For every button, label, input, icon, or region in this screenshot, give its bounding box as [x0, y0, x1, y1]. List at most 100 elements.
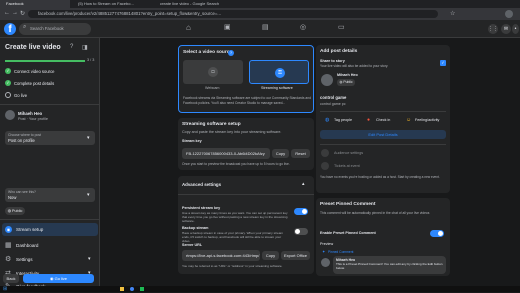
facebook-top-nav: f ⌕ Search Facebook ⌂ ▣ ▤ ◎ ▭ ⋮⋮ ✉ •: [0, 20, 520, 38]
check-in-button[interactable]: ● Check in: [362, 116, 402, 125]
sidebar-item-stream-setup[interactable]: ◉ Stream setup: [2, 223, 98, 236]
marketplace-icon[interactable]: ▤: [262, 23, 269, 31]
backup-stream-text: Have a backup stream in case of your pri…: [182, 231, 284, 243]
back-arrow-icon[interactable]: ←: [4, 10, 10, 16]
check-in-label: Check in: [376, 118, 391, 122]
search-input[interactable]: Search Facebook: [30, 26, 64, 31]
help-icon[interactable]: ?: [70, 44, 73, 50]
avatar: [321, 258, 330, 267]
copy-server-url-button[interactable]: Copy: [262, 251, 279, 260]
server-url-label: Server URL: [182, 243, 203, 247]
advanced-settings-label[interactable]: Advanced settings: [182, 182, 221, 187]
copy-stream-key-button[interactable]: Copy: [272, 149, 289, 158]
sidebar-item-dashboard[interactable]: ▦ Dashboard: [2, 239, 98, 252]
collapse-sidebar-icon[interactable]: ◨: [82, 44, 88, 51]
live-icon: ◉: [49, 276, 54, 281]
stream-setup-subtitle: Copy and paste the stream key into your …: [182, 130, 282, 134]
server-url-field[interactable]: rtmps://live-api-s.facebook.com:443/rtmp…: [182, 250, 260, 261]
file-explorer-icon[interactable]: [120, 287, 124, 291]
back-button[interactable]: Back: [3, 274, 19, 283]
sidebar-item-settings[interactable]: ⚙ Settings ▾: [2, 253, 98, 266]
chrome-icon[interactable]: [130, 287, 134, 291]
empty-circle-icon: [5, 92, 11, 98]
reset-stream-key-button[interactable]: Reset: [291, 149, 310, 158]
divider: [0, 104, 100, 105]
comment-text: This is a Preset Pinned Comment! You can…: [336, 262, 443, 270]
pinned-comment-toggle[interactable]: [430, 230, 444, 237]
stream-key-note: Once you start to preview the broadcast …: [182, 162, 290, 166]
audience-settings-label[interactable]: Audience settings: [334, 151, 363, 155]
audience-label: Public: [343, 80, 353, 84]
pin-icon: ✦: [322, 249, 326, 254]
chevron-down-icon: ▾: [87, 192, 90, 198]
pinned-toggle-label: Enable Preset Pinned Comment: [320, 231, 376, 235]
url-field[interactable]: facebook.com/live/producer/v2/4885127747…: [28, 10, 438, 18]
groups-icon[interactable]: ◎: [300, 23, 306, 31]
webcam-option[interactable]: ◘: [183, 60, 243, 84]
browser-profile-avatar[interactable]: [505, 10, 513, 18]
export-office-button[interactable]: Export Office: [281, 251, 310, 260]
toggle-knob: [438, 231, 443, 236]
step-label: Go live: [14, 93, 28, 98]
persistent-key-label: Persistent stream key: [182, 206, 221, 210]
persistent-key-toggle[interactable]: [294, 208, 308, 215]
progress-fill: [5, 60, 85, 62]
post-destination-select[interactable]: Choose where to post Post on profile ▾: [5, 131, 95, 145]
check-icon: ✓: [5, 68, 11, 74]
chevron-up-icon[interactable]: ▴: [302, 181, 305, 187]
tag-people-label: Tag people: [334, 118, 353, 122]
tab-how-to-stream[interactable]: (5) How to Stream on Facebo...: [72, 0, 152, 8]
gaming-icon[interactable]: ▭: [338, 23, 345, 31]
sidebar-item-label: Settings: [16, 257, 33, 262]
privacy-pill[interactable]: ◍ Public: [5, 207, 25, 215]
edit-post-details-button[interactable]: Edit Post Details: [320, 130, 446, 139]
key-icon: ⚿: [275, 68, 285, 78]
profile-subtitle: Post · Your profile: [18, 117, 48, 121]
dashboard-icon: ▦: [5, 242, 12, 249]
video-icon[interactable]: ▣: [224, 23, 231, 31]
spotify-icon[interactable]: [140, 287, 144, 291]
post-details-title: Add post details: [320, 49, 358, 54]
pinned-comment-title: Preset Pinned Comment: [320, 202, 376, 207]
smiley-icon: ☺: [406, 117, 412, 123]
page-title: Create live video: [5, 44, 61, 51]
facebook-logo-icon[interactable]: f: [4, 23, 16, 35]
source-note: Facebook streams via Streaming software …: [183, 96, 311, 105]
step-count: 3 / 3: [87, 58, 95, 62]
notifications-icon[interactable]: •: [512, 24, 519, 34]
live-producer-sidebar: Create live video ? ◨ 3 / 3 ✓ Connect vi…: [0, 38, 100, 292]
messenger-icon[interactable]: ✉: [501, 24, 511, 34]
toggle-knob: [295, 229, 300, 234]
streaming-software-option[interactable]: ⚿: [249, 60, 309, 84]
forward-arrow-icon[interactable]: →: [12, 10, 18, 16]
search-bar[interactable]: ⌕ Search Facebook: [19, 23, 91, 35]
tickets-label[interactable]: Tickets at event: [334, 164, 360, 168]
backup-stream-toggle[interactable]: [294, 228, 308, 235]
audience-settings-icon: [321, 149, 329, 157]
divider: [178, 194, 314, 195]
reload-icon[interactable]: ↻: [20, 10, 25, 17]
info-icon[interactable]: ?: [228, 50, 234, 56]
tag-people-icon: ◍: [325, 117, 330, 123]
bookmark-star-icon[interactable]: ☆: [450, 10, 455, 17]
home-icon[interactable]: ⌂: [186, 23, 191, 32]
go-live-button[interactable]: ◉ Go live: [23, 274, 94, 283]
feeling-activity-button[interactable]: ☺ Feeling/activity: [404, 116, 448, 125]
profile-name: Mihaeh Heo: [18, 111, 43, 116]
audience-pill[interactable]: ◍ Public: [337, 79, 355, 86]
select-label: Who can see this?: [8, 190, 36, 194]
windows-start-icon[interactable]: ⊞: [3, 286, 7, 292]
taskbar: ⊞: [0, 286, 520, 292]
feeling-activity-label: Feeling/activity: [415, 118, 440, 122]
stream-key-field[interactable]: FB-122270067856000433-0-Ab6i4D02kAfzy: [182, 148, 270, 159]
tab-google-search[interactable]: create live video - Google Search: [154, 0, 234, 8]
visibility-select[interactable]: Who can see this? Now ▾: [5, 188, 95, 202]
backup-stream-label: Backup stream: [182, 226, 209, 230]
share-story-title: Share to story: [320, 59, 345, 63]
menu-grid-icon[interactable]: ⋮⋮: [488, 24, 498, 34]
tab-facebook[interactable]: Facebook: [0, 0, 70, 8]
check-icon: ✓: [5, 80, 11, 86]
tag-people-button[interactable]: ◍ Tag people: [320, 116, 360, 125]
location-pin-icon: ●: [367, 117, 371, 123]
share-story-checkbox[interactable]: ✓: [440, 60, 446, 66]
